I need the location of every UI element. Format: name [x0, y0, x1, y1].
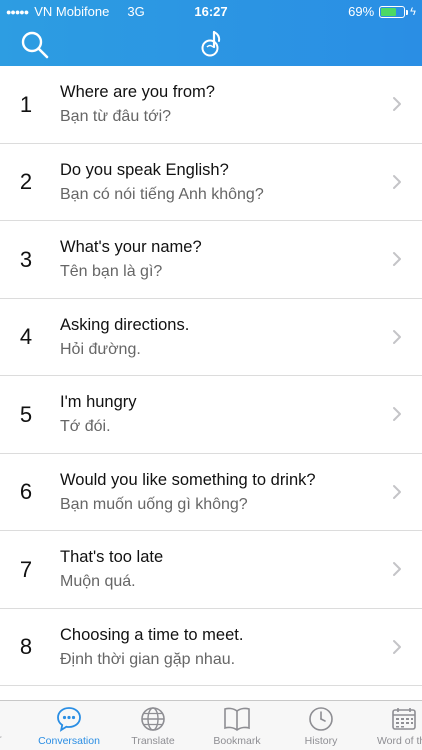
status-bar: ●●●●● VN Mobifone 3G 16:27 69% ϟ [0, 0, 422, 22]
phrase-number: 2 [19, 169, 33, 194]
chevron-right-icon [393, 329, 401, 344]
tab-translate[interactable]: Translate [118, 701, 188, 750]
app-logo[interactable] [198, 28, 224, 58]
phrase-row[interactable]: 4 Asking directions. Hỏi đường. [0, 298, 422, 376]
chevron-right-icon [393, 407, 401, 421]
phrase-english: Asking directions. [60, 315, 190, 334]
charging-icon: ϟ [410, 5, 416, 18]
phrase-vietnamese: Muộn quá. [60, 573, 136, 590]
chevron-right-icon [393, 97, 401, 111]
phrase-vietnamese: Bạn từ đâu tới? [60, 108, 172, 125]
battery-icon [379, 5, 409, 18]
phrase-vietnamese: Định thời gian gặp nhau. [60, 650, 236, 668]
app-logo-icon [201, 30, 221, 57]
phrase-vietnamese: Bạn có nói tiếng Anh không? [60, 185, 264, 203]
phrase-english: Choosing a time to meet. [60, 625, 244, 644]
phrase-english: Do you speak English? [60, 160, 229, 179]
phrase-english: I'm hungry [60, 393, 137, 411]
phrase-english: That's too late [60, 548, 164, 566]
phrase-number: 1 [19, 91, 33, 117]
clock-icon [309, 707, 333, 731]
phrase-english: Where are you from? [60, 83, 215, 101]
tab-translate-label: Translate [131, 735, 175, 747]
phrase-list: 1 Where are you from? Bạn từ đâu tới? 2 Do y… [0, 66, 422, 686]
phrase-row[interactable]: 8 Choosing a time to meet. Định thời gian … [0, 608, 422, 686]
status-right: 69% ϟ [348, 4, 416, 19]
phrase-vietnamese: Hỏi đường. [60, 340, 141, 358]
phrase-vietnamese: Bạn muốn uống gì không? [60, 495, 248, 513]
phrase-number: 3 [19, 246, 33, 272]
tab-word-of-day[interactable]: Word of the [364, 701, 422, 750]
phrase-vietnamese: Tên bạn là gì? [60, 263, 163, 280]
tab-conversation-label: Conversation [38, 735, 100, 747]
chat-bubble-icon [57, 707, 81, 732]
phrase-number: 6 [19, 479, 33, 504]
tab-bookmark-label: Bookmark [213, 735, 261, 747]
tab-word-of-day-label: Word of the [376, 735, 422, 747]
phrase-english: Would you like something to drink? [60, 470, 316, 489]
phrase-row[interactable]: 5 I'm hungry Tớ đói. [0, 376, 422, 454]
phrase-number: 7 [19, 556, 33, 582]
book-icon [224, 707, 250, 731]
chevron-right-icon [393, 252, 401, 266]
phrase-number: 5 [19, 401, 33, 427]
battery-percent: 69% [348, 4, 375, 19]
phrase-english: What's your name? [60, 238, 202, 256]
tab-conversation[interactable]: Conversation [30, 701, 108, 750]
tab-bookmark[interactable]: Bookmark [202, 701, 272, 750]
partial-tab-icon [0, 706, 9, 730]
chevron-right-icon [393, 562, 401, 576]
tab-bar: ar Conversation Translate Bookmark [0, 700, 422, 750]
phrase-row[interactable]: 7 That's too late Muộn quá. [0, 531, 422, 609]
phrase-row[interactable]: 3 What's your name? Tên bạn là gì? [0, 221, 422, 299]
chevron-right-icon [393, 639, 401, 654]
phrase-number: 4 [19, 324, 33, 349]
app-header: ●●●●● VN Mobifone 3G 16:27 69% ϟ [0, 0, 422, 66]
globe-icon [141, 707, 165, 731]
battery-fill [381, 7, 397, 16]
phrase-row[interactable]: 2 Do you speak English? Bạn có nói tiếng A… [0, 143, 422, 221]
search-button[interactable] [20, 30, 50, 60]
tab-history[interactable]: History [286, 701, 356, 750]
tab-history-label: History [304, 735, 338, 747]
calendar-icon [392, 708, 416, 730]
battery-tip [406, 9, 409, 15]
phrase-row[interactable]: 1 Where are you from? Bạn từ đâu tới? [0, 66, 422, 144]
tab-partial-label: ar [0, 733, 12, 745]
phrase-vietnamese: Tớ đói. [60, 418, 111, 435]
tab-partial-left[interactable]: ar [0, 701, 12, 750]
chevron-right-icon [393, 174, 401, 189]
phrase-number: 8 [19, 634, 33, 659]
search-icon [21, 31, 49, 59]
phrase-row[interactable]: 6 Would you like something to drink? Bạn m… [0, 453, 422, 531]
chevron-right-icon [393, 484, 401, 499]
